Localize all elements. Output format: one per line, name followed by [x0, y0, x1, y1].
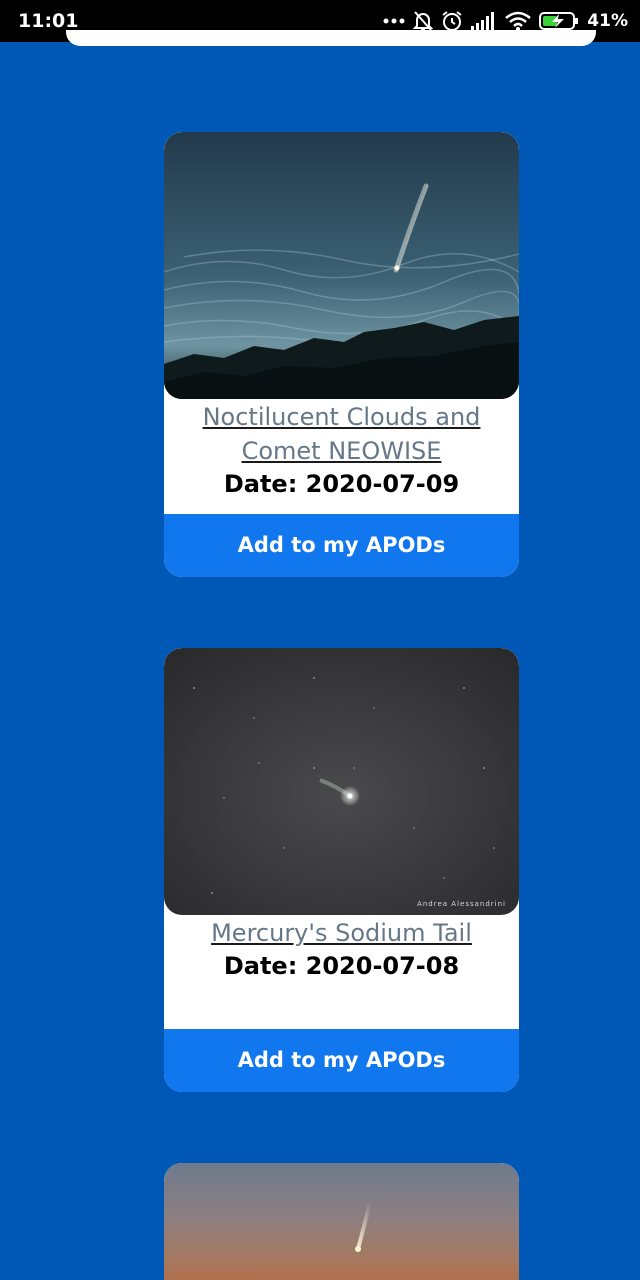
apod-image[interactable] [164, 132, 519, 399]
alarm-icon [441, 10, 463, 32]
apod-date: Date: 2020-07-08 [223, 952, 460, 980]
apod-title-line: Comet NEOWISE [241, 437, 442, 465]
battery-percent: 41% [587, 11, 628, 31]
bell-off-icon [413, 10, 434, 32]
apod-title-link[interactable]: Noctilucent Clouds and Comet NEOWISE [164, 400, 519, 468]
apod-card: Noctilucent Clouds and Comet NEOWISE Dat… [164, 132, 519, 577]
status-time: 11:01 [18, 10, 79, 32]
apod-date: Date: 2020-07-09 [223, 470, 460, 498]
apod-card [164, 1163, 519, 1280]
apod-image[interactable]: Andrea Alessandrini [164, 648, 519, 915]
apod-card: Andrea Alessandrini Mercury's Sodium Tai… [164, 648, 519, 1092]
apod-image[interactable] [164, 1163, 519, 1280]
add-to-my-apods-button[interactable]: Add to my APODs [164, 1029, 519, 1092]
apod-title-line: Noctilucent Clouds and [202, 403, 481, 431]
apod-title-link[interactable]: Mercury's Sodium Tail [164, 916, 519, 950]
more-dots-icon [383, 17, 405, 25]
signal-icon [471, 12, 497, 30]
battery-charging-icon [539, 11, 579, 31]
wifi-icon [505, 11, 532, 31]
image-credit-text: Andrea Alessandrini [417, 900, 506, 908]
add-to-my-apods-button[interactable]: Add to my APODs [164, 514, 519, 577]
search-bar[interactable] [66, 30, 596, 46]
apod-title-line: Mercury's Sodium Tail [211, 919, 472, 947]
